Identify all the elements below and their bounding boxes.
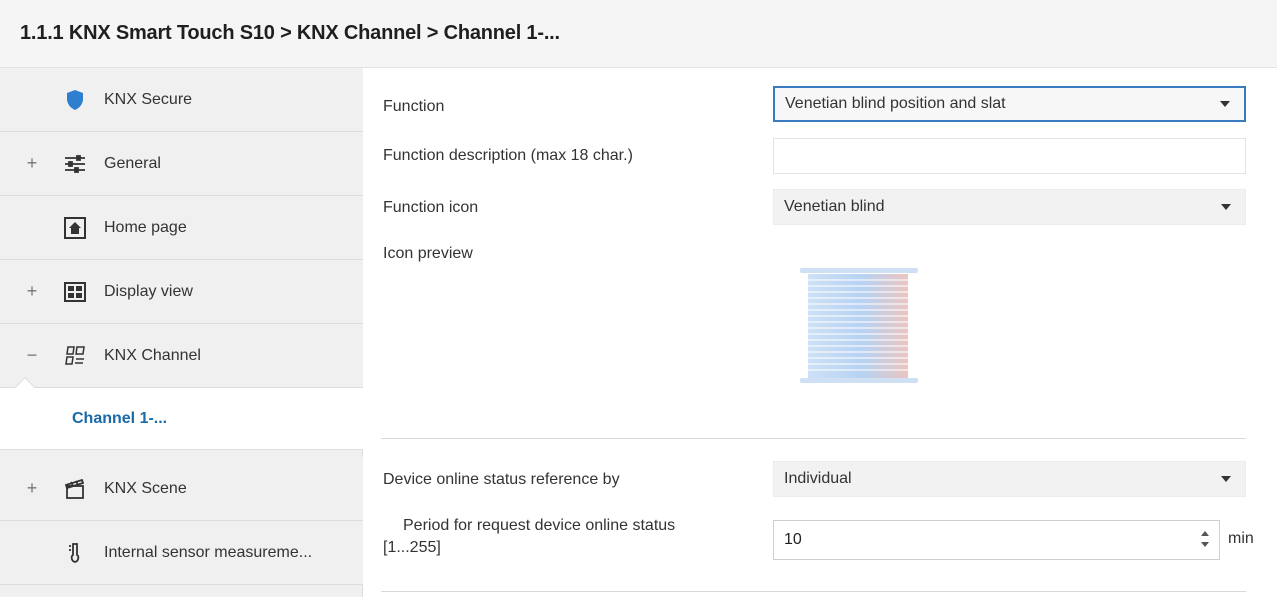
- period-value: 10: [784, 531, 802, 548]
- sidebar-item-label: KNX Secure: [104, 91, 193, 108]
- sidebar-item-label: KNX Channel: [104, 347, 201, 364]
- shield-icon: [63, 88, 87, 112]
- sidebar-expander: [24, 196, 40, 259]
- function-icon-select[interactable]: Venetian blind: [773, 189, 1246, 225]
- scene-icon: [63, 477, 87, 501]
- sidebar-item-label: Internal sensor measureme...: [104, 544, 313, 561]
- chevron-down-icon: [1221, 204, 1231, 210]
- venetian-blind-icon: [800, 268, 920, 388]
- spin-up-icon[interactable]: [1201, 531, 1209, 536]
- online-status-reference-select[interactable]: Individual: [773, 461, 1246, 497]
- function-label: Function: [383, 98, 445, 115]
- home-icon: [63, 216, 87, 240]
- sidebar-item-label: Channel 1-...: [72, 410, 168, 427]
- function-icon-select-value: Venetian blind: [784, 198, 885, 215]
- period-label: Period for request device online status: [403, 517, 676, 534]
- sidebar-item-knx-scene[interactable]: + KNX Scene: [0, 457, 363, 521]
- expand-icon[interactable]: +: [24, 260, 40, 323]
- sidebar-item-label: KNX Scene: [104, 480, 187, 497]
- online-status-reference-label: Device online status reference by: [383, 471, 620, 488]
- chevron-down-icon: [1221, 476, 1231, 482]
- grid-icon: [63, 280, 87, 304]
- expand-icon[interactable]: +: [24, 132, 40, 195]
- sidebar-item-label: General: [104, 155, 161, 172]
- sidebar-item-channel-1[interactable]: Channel 1-...: [0, 377, 363, 450]
- period-unit: min: [1228, 530, 1254, 547]
- sidebar-item-display-view[interactable]: + Display view: [0, 260, 363, 324]
- section-divider: [381, 591, 1246, 592]
- sidebar-item-label: Display view: [104, 283, 193, 300]
- function-select[interactable]: Venetian blind position and slat: [773, 86, 1246, 122]
- section-divider: [381, 438, 1246, 439]
- sliders-icon: [63, 152, 87, 176]
- icon-preview-label: Icon preview: [383, 245, 473, 262]
- sidebar: KNX Secure + General Home page + Display…: [0, 68, 363, 597]
- function-description-label: Function description (max 18 char.): [383, 147, 633, 164]
- function-select-value: Venetian blind position and slat: [785, 95, 1006, 112]
- spin-arrows[interactable]: [1201, 529, 1211, 551]
- sidebar-item-knx-secure[interactable]: KNX Secure: [0, 68, 363, 132]
- function-description-input[interactable]: [773, 138, 1246, 174]
- sidebar-item-internal-sensor[interactable]: Internal sensor measureme...: [0, 521, 363, 585]
- sidebar-item-knx-channel[interactable]: − KNX Channel: [0, 324, 363, 388]
- function-icon-label: Function icon: [383, 199, 479, 216]
- breadcrumb: 1.1.1 KNX Smart Touch S10 > KNX Channel …: [20, 22, 560, 44]
- thermometer-icon: [63, 541, 87, 565]
- sidebar-item-label: Home page: [104, 219, 187, 236]
- sidebar-expander: [24, 521, 40, 584]
- expand-icon[interactable]: +: [24, 457, 40, 520]
- period-range-label: [1...255]: [383, 539, 441, 556]
- chevron-down-icon: [1220, 101, 1230, 107]
- parameter-panel: Function Venetian blind position and sla…: [363, 68, 1277, 597]
- sidebar-item-home-page[interactable]: Home page: [0, 196, 363, 260]
- channel-icon: [63, 344, 87, 368]
- sidebar-item-general[interactable]: + General: [0, 132, 363, 196]
- spin-down-icon[interactable]: [1201, 542, 1209, 547]
- period-spinbox[interactable]: 10: [773, 520, 1220, 560]
- online-status-reference-value: Individual: [784, 470, 852, 487]
- sidebar-expander: [24, 68, 40, 131]
- header-bar: 1.1.1 KNX Smart Touch S10 > KNX Channel …: [0, 0, 1277, 68]
